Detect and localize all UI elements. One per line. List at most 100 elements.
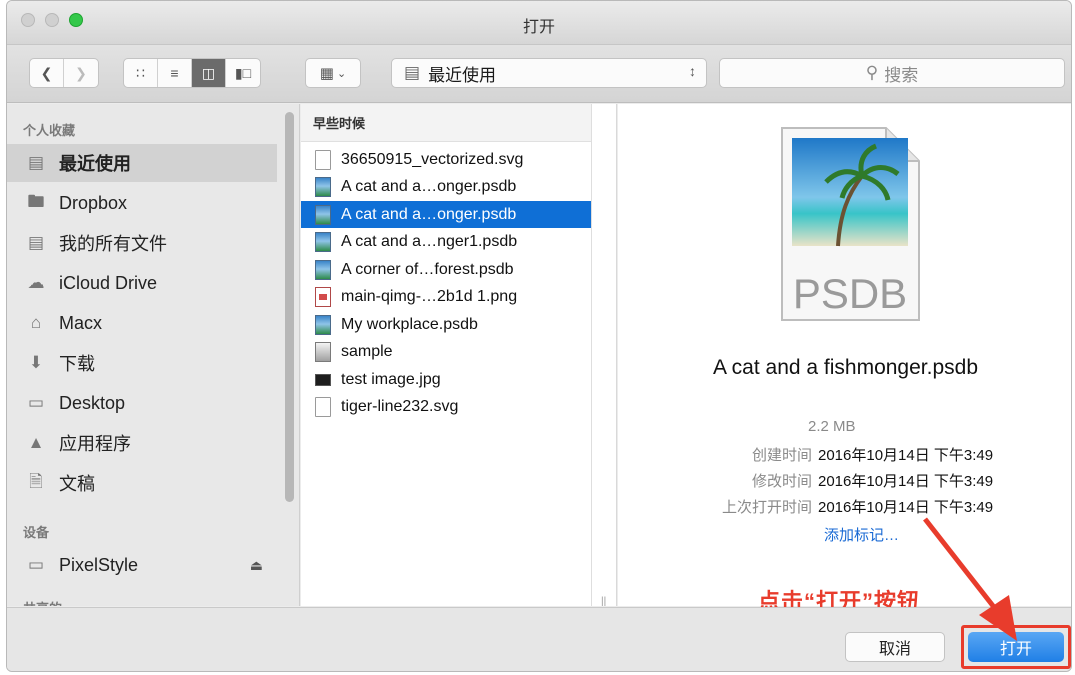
file-img-icon: [315, 177, 331, 197]
modified-label: 修改时间: [751, 473, 812, 490]
list-view-button[interactable]: ≡: [158, 59, 192, 87]
chevron-right-icon: ❯: [75, 64, 87, 81]
coverflow-icon: ▮□: [234, 64, 252, 81]
sidebar-item-home[interactable]: ⌂ Macx: [7, 304, 277, 342]
created-row: 创建时间 2016年10月14日 下午3:49: [618, 444, 1043, 465]
list-icon: ≡: [170, 65, 179, 81]
file-app-icon: [315, 342, 331, 362]
back-button[interactable]: ❮: [30, 59, 64, 87]
forward-button[interactable]: ❯: [64, 59, 98, 87]
file-name: A cat and a…nger1.psdb: [341, 233, 518, 250]
last-opened-row: 上次打开时间 2016年10月14日 下午3:49: [618, 496, 1043, 517]
file-row[interactable]: 36650915_vectorized.svg: [301, 146, 591, 173]
file-column: 早些时候 36650915_vectorized.svg A cat and a……: [301, 104, 617, 607]
eject-icon[interactable]: ⏏: [250, 557, 263, 574]
recents-icon: ▤: [404, 63, 421, 82]
view-mode-switcher: ∷ ≡ ◫ ▮□: [123, 58, 261, 88]
file-img-icon: [315, 314, 331, 335]
file-img-icon: [315, 232, 331, 252]
home-icon: ⌂: [30, 313, 42, 332]
modified-value: 2016年10月14日 下午3:49: [818, 473, 994, 490]
preview-pane: PSDB A cat and a fishmonger.psdb 2.2 MB …: [618, 104, 1071, 614]
sidebar-item-applications[interactable]: ▲ 应用程序: [7, 424, 277, 462]
coverflow-view-button[interactable]: ▮□: [226, 59, 260, 87]
created-label: 创建时间: [751, 447, 812, 464]
download-icon: ⬇: [28, 353, 44, 372]
file-row[interactable]: A corner of…forest.psdb: [301, 256, 591, 283]
search-field[interactable]: ⚲ 搜索: [719, 58, 1065, 88]
file-row[interactable]: My workplace.psdb: [301, 311, 591, 338]
sidebar-item-label: 最近使用: [59, 154, 131, 174]
file-img-icon: [315, 259, 331, 280]
sidebar-scrollbar[interactable]: [285, 112, 294, 502]
file-row[interactable]: tiger-line232.svg: [301, 394, 591, 421]
location-label: 最近使用: [428, 65, 497, 85]
sidebar-item-icloud[interactable]: ☁ iCloud Drive: [7, 264, 277, 302]
favorites-header: 个人收藏: [23, 123, 76, 138]
file-name: sample: [341, 343, 393, 360]
file-img-icon: [315, 204, 331, 225]
sidebar-item-documents[interactable]: 🗎 文稿: [7, 464, 277, 502]
applications-icon: ▲: [27, 433, 45, 452]
file-doc-icon: [315, 397, 331, 417]
sidebar-item-label: PixelStyle: [59, 554, 139, 575]
sidebar-item-label: 应用程序: [59, 434, 131, 454]
file-row[interactable]: A cat and a…onger.psdb: [301, 201, 591, 228]
sidebar-item-recents[interactable]: ▤ 最近使用: [7, 144, 277, 182]
chevron-left-icon: ❮: [40, 64, 53, 81]
toolbar: ❮ ❯ ∷ ≡ ◫ ▮□ ▦ ⌄ ▤ 最近使用 ↕ ⚲ 搜索: [7, 45, 1071, 103]
location-popup[interactable]: ▤ 最近使用 ↕: [391, 58, 707, 88]
sidebar-item-label: Desktop: [59, 392, 126, 413]
up-down-chevron-icon: ↕: [689, 63, 696, 79]
file-row[interactable]: A cat and a…nger1.psdb: [301, 229, 591, 256]
file-row[interactable]: A cat and a…onger.psdb: [301, 174, 591, 201]
icon-grid-icon: ∷: [136, 64, 145, 81]
sidebar-item-label: 我的所有文件: [59, 234, 167, 254]
file-name: 36650915_vectorized.svg: [341, 150, 524, 168]
file-name: A cat and a…onger.psdb: [341, 205, 517, 223]
sidebar-item-label: Dropbox: [59, 192, 128, 213]
column-divider[interactable]: [591, 104, 592, 606]
file-group-header: 早些时候: [301, 104, 591, 142]
open-file-dialog: 打开 ❮ ❯ ∷ ≡ ◫ ▮□ ▦ ⌄ ▤ 最近使用 ↕ ⚲ 搜索 个人收藏 ▤…: [6, 0, 1072, 672]
file-row[interactable]: main-qimg-…2b1d 1.png: [301, 284, 591, 311]
documents-icon: 🗎: [29, 471, 43, 491]
sidebar-item-label: iCloud Drive: [59, 272, 158, 293]
navigation-buttons: ❮ ❯: [29, 58, 99, 88]
annotation-highlight-box: 打开: [961, 625, 1071, 669]
desktop-icon: ▭: [27, 393, 45, 412]
file-doc-icon: [315, 149, 331, 170]
file-png-icon: [315, 287, 331, 307]
last-opened-label: 上次打开时间: [721, 499, 812, 516]
columns-icon: ◫: [201, 64, 216, 81]
file-name: tiger-line232.svg: [341, 398, 459, 415]
shared-header: 共享的: [23, 598, 62, 606]
file-name: A cat and a…onger.psdb: [341, 178, 517, 195]
search-icon: ⚲: [865, 63, 879, 82]
open-button[interactable]: 打开: [968, 632, 1064, 662]
cancel-button[interactable]: 取消: [845, 632, 945, 662]
all-files-icon: ▤: [27, 233, 45, 252]
sidebar-item-desktop[interactable]: ▭ Desktop: [7, 384, 277, 422]
sidebar-item-label: 下载: [59, 354, 95, 374]
recents-icon: ▤: [27, 153, 45, 172]
chevron-down-icon: ⌄: [336, 67, 347, 80]
column-resize-handle[interactable]: ||: [601, 596, 606, 607]
file-row[interactable]: sample: [301, 339, 591, 366]
file-row[interactable]: test image.jpg: [301, 366, 591, 393]
dialog-button-bar: 取消 打开: [7, 607, 1071, 671]
psdb-file-preview-icon: PSDB: [781, 127, 920, 321]
sidebar-item-all-files[interactable]: ▤ 我的所有文件: [7, 224, 277, 262]
sidebar-item-downloads[interactable]: ⬇ 下载: [7, 344, 277, 382]
devices-header: 设备: [23, 525, 50, 540]
created-value: 2016年10月14日 下午3:49: [818, 447, 994, 464]
arrange-button[interactable]: ▦ ⌄: [305, 58, 361, 88]
last-opened-value: 2016年10月14日 下午3:49: [818, 499, 994, 516]
sidebar-item-dropbox[interactable]: 🖿 Dropbox: [7, 184, 277, 222]
sidebar-item-label: Macx: [59, 312, 103, 333]
file-name: test image.jpg: [341, 370, 441, 388]
add-tags-link[interactable]: 添加标记…: [824, 524, 899, 545]
sidebar-item-pixelstyle[interactable]: ▭ PixelStyle ⏏: [7, 546, 277, 584]
icon-view-button[interactable]: ∷: [124, 59, 158, 87]
column-view-button[interactable]: ◫: [192, 59, 226, 87]
